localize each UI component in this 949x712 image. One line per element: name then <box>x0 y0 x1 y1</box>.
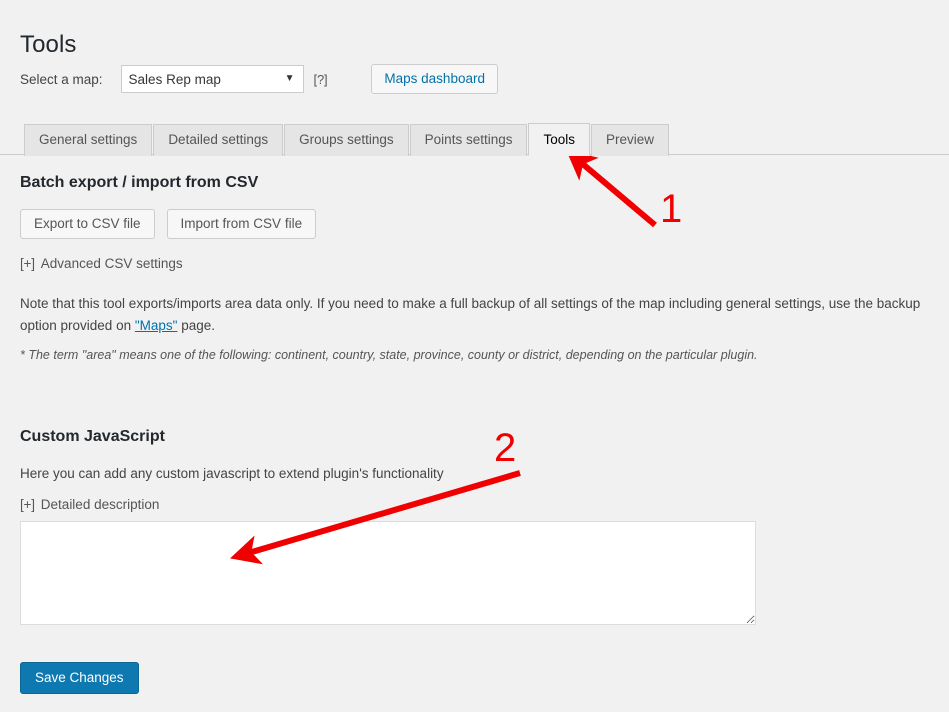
custom-javascript-heading: Custom JavaScript <box>20 428 165 445</box>
settings-tabbar: General settings Detailed settings Group… <box>0 122 949 156</box>
annotation-arrow-1 <box>566 149 657 228</box>
maps-dashboard-button[interactable]: Maps dashboard <box>371 64 498 94</box>
tab-detailed-settings[interactable]: Detailed settings <box>153 124 284 156</box>
tab-preview[interactable]: Preview <box>590 124 669 156</box>
annotation-number-2: 2 <box>494 426 517 470</box>
tab-points-settings[interactable]: Points settings <box>409 124 528 156</box>
chevron-down-icon: ▼ <box>284 73 295 84</box>
detailed-description-label: Detailed description <box>40 497 160 512</box>
map-select-value: Sales Rep map <box>128 71 221 87</box>
custom-javascript-textarea[interactable] <box>20 521 756 625</box>
page-title: Tools <box>20 31 77 59</box>
tab-groups-settings[interactable]: Groups settings <box>284 124 409 156</box>
tab-tools[interactable]: Tools <box>528 123 590 156</box>
export-to-csv-button[interactable]: Export to CSV file <box>20 209 155 239</box>
csv-button-row: Export to CSV file Import from CSV file <box>20 209 328 239</box>
map-select-dropdown[interactable]: Sales Rep map ▼ <box>120 65 304 93</box>
advanced-csv-settings-toggle[interactable]: [+] Advanced CSV settings <box>20 256 183 271</box>
maps-page-link[interactable]: "Maps" <box>135 318 178 333</box>
select-a-map-label: Select a map: <box>20 71 103 87</box>
import-from-csv-button[interactable]: Import from CSV file <box>166 209 317 239</box>
csv-note-part2: page. <box>177 318 215 333</box>
detailed-description-toggle[interactable]: [+] Detailed description <box>20 497 159 512</box>
advanced-csv-settings-label: Advanced CSV settings <box>40 256 183 271</box>
expand-plus-icon: [+] <box>20 497 35 512</box>
csv-note-text: Note that this tool exports/imports area… <box>20 293 937 337</box>
tab-general-settings[interactable]: General settings <box>24 124 153 156</box>
tools-page: Tools Select a map: Sales Rep map ▼ [?] … <box>0 0 949 712</box>
save-changes-button[interactable]: Save Changes <box>20 662 139 694</box>
help-link[interactable]: [?] <box>314 72 328 87</box>
batch-section-heading: Batch export / import from CSV <box>20 174 259 191</box>
annotation-number-1: 1 <box>660 187 683 231</box>
tab-list: General settings Detailed settings Group… <box>24 122 949 156</box>
map-selector-row: Select a map: Sales Rep map ▼ [?] Maps d… <box>20 63 498 95</box>
custom-javascript-description: Here you can add any custom javascript t… <box>20 466 444 481</box>
expand-plus-icon: [+] <box>20 256 35 271</box>
area-term-footnote: * The term "area" means one of the follo… <box>20 348 758 362</box>
